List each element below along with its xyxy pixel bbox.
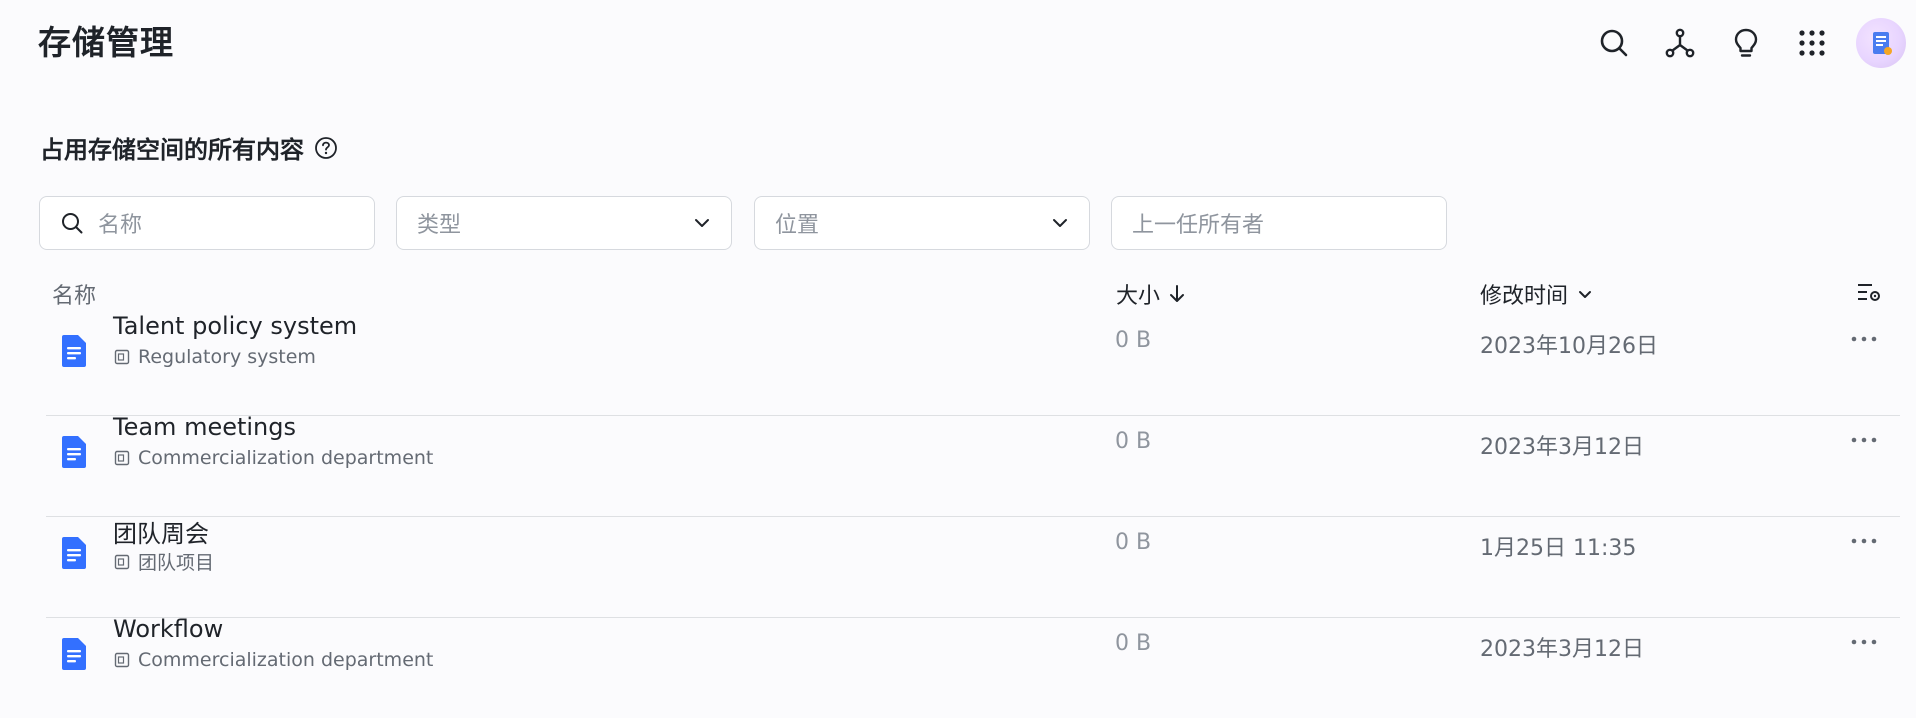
column-size-label: 大小 [1116, 284, 1161, 309]
lightbulb-icon[interactable] [1728, 23, 1764, 63]
page-title: 存储管理 [38, 23, 174, 62]
row-location[interactable]: 团队项目 [114, 548, 214, 575]
arrow-down-icon [1170, 285, 1185, 302]
document-icon [62, 436, 86, 468]
row-location-label: 团队项目 [138, 552, 215, 574]
table-header: 名称 大小 修改时间 [0, 270, 1916, 314]
table-row[interactable]: Team meetings Commercialization departme… [46, 413, 1900, 517]
chevron-down-icon [695, 219, 709, 227]
more-icon[interactable] [1846, 526, 1882, 556]
row-modified: 2023年3月12日 [1480, 637, 1644, 662]
row-location-label: Commercialization department [138, 447, 434, 469]
row-location[interactable]: Commercialization department [114, 649, 433, 671]
chevron-down-icon [1053, 219, 1067, 227]
type-placeholder: 类型 [417, 213, 462, 238]
folder-icon [114, 554, 130, 569]
row-location-label: Regulatory system [138, 346, 316, 368]
section-title: 占用存储空间的所有内容 [40, 130, 338, 165]
folder-icon [114, 652, 130, 668]
column-settings-icon[interactable] [1848, 280, 1882, 304]
folder-icon [114, 450, 130, 466]
table-row[interactable]: Workflow Commercialization department 0 … [46, 615, 1900, 718]
location-select[interactable]: 位置 [754, 196, 1090, 250]
row-modified: 2023年3月12日 [1480, 435, 1644, 460]
section-title-text: 占用存储空间的所有内容 [40, 136, 304, 164]
folder-icon [114, 349, 130, 365]
help-icon[interactable] [314, 136, 338, 160]
column-name-label: 名称 [52, 284, 97, 309]
location-placeholder: 位置 [775, 213, 820, 238]
row-modified: 1月25日 11:35 [1480, 536, 1637, 561]
column-modified[interactable]: 修改时间 [1480, 278, 1594, 310]
row-size: 0 B [1115, 429, 1152, 454]
row-name[interactable]: 团队周会 [113, 514, 209, 549]
row-modified: 2023年10月26日 [1480, 334, 1658, 359]
document-icon [62, 638, 86, 670]
org-graph-icon[interactable] [1662, 23, 1698, 63]
type-select[interactable]: 类型 [396, 196, 732, 250]
row-name[interactable]: Talent policy system [113, 312, 357, 340]
more-icon[interactable] [1846, 627, 1882, 657]
search-icon[interactable] [1596, 23, 1632, 63]
apps-grid-icon[interactable] [1794, 23, 1830, 63]
owner-input[interactable]: 上一任所有者 [1111, 196, 1447, 250]
document-icon [62, 335, 86, 367]
top-actions [1566, 18, 1906, 68]
search-placeholder: 名称 [98, 213, 143, 238]
search-icon [62, 213, 83, 234]
chevron-down-icon [1579, 291, 1592, 298]
row-name[interactable]: Workflow [113, 615, 223, 643]
row-name[interactable]: Team meetings [113, 413, 296, 441]
more-icon[interactable] [1846, 324, 1882, 354]
row-size: 0 B [1115, 328, 1152, 353]
column-modified-label: 修改时间 [1480, 284, 1569, 309]
table-row[interactable]: Talent policy system Regulatory system 0… [46, 312, 1900, 416]
avatar[interactable] [1856, 18, 1906, 68]
more-icon[interactable] [1846, 425, 1882, 455]
row-size: 0 B [1115, 530, 1152, 555]
column-name[interactable]: 名称 [52, 278, 96, 310]
row-size: 0 B [1115, 631, 1152, 656]
column-size[interactable]: 大小 [1116, 278, 1186, 310]
table-row[interactable]: 团队周会 团队项目 0 B 1月25日 11:35 [46, 516, 1900, 618]
owner-placeholder: 上一任所有者 [1132, 213, 1265, 238]
row-location[interactable]: Regulatory system [114, 346, 316, 368]
search-input[interactable]: 名称 [39, 196, 375, 250]
document-icon [62, 537, 86, 569]
row-location[interactable]: Commercialization department [114, 447, 433, 469]
top-bar: 存储管理 [0, 0, 1916, 80]
row-location-label: Commercialization department [138, 649, 434, 671]
